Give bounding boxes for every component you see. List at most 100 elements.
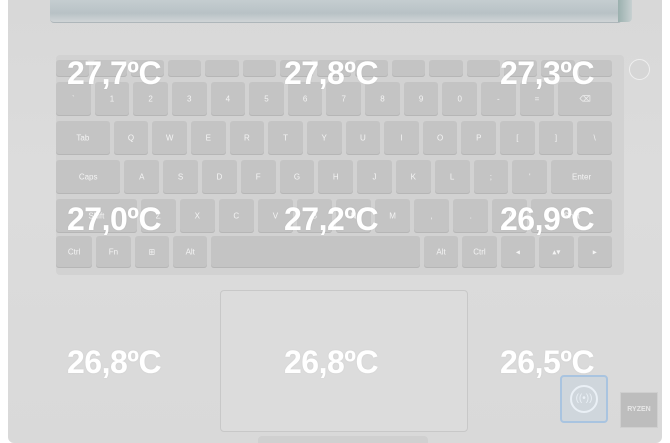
keyboard-key bbox=[211, 236, 420, 268]
keyboard-key: T bbox=[268, 121, 303, 155]
key-label: , bbox=[430, 211, 433, 221]
key-label: P bbox=[476, 133, 482, 143]
temperature-middle-right: 26,9ºC bbox=[500, 201, 595, 237]
keyboard-key: M bbox=[375, 199, 411, 233]
keyboard-key: S bbox=[163, 160, 198, 194]
function-key bbox=[205, 60, 239, 77]
function-key bbox=[429, 60, 463, 77]
key-label: T bbox=[283, 133, 288, 143]
keyboard-key: Alt bbox=[173, 236, 208, 268]
key-label: D bbox=[216, 172, 223, 182]
function-key bbox=[168, 60, 202, 77]
keyboard-key: W bbox=[152, 121, 187, 155]
keyboard-key: ⊞ bbox=[134, 236, 170, 268]
keyboard-key: 0 bbox=[442, 82, 478, 116]
key-label: A bbox=[139, 172, 145, 182]
key-label: E bbox=[205, 133, 211, 143]
key-label: Q bbox=[127, 133, 135, 143]
keyboard-key: O bbox=[422, 121, 458, 155]
keyboard-key: U bbox=[345, 121, 381, 155]
keyboard-key: ; bbox=[473, 160, 509, 194]
keyboard-key: Enter bbox=[551, 160, 612, 194]
key-label: 5 bbox=[264, 94, 269, 104]
key-label: Ctrl bbox=[473, 247, 486, 257]
key-label: I bbox=[400, 133, 403, 143]
keyboard-key: ▸ bbox=[577, 236, 612, 268]
key-label: [ bbox=[516, 133, 519, 143]
key-label: Fn bbox=[108, 247, 119, 257]
key-label: ▴▾ bbox=[552, 247, 561, 257]
temperature-bottom-center: 26,8ºC bbox=[284, 344, 379, 380]
keyboard-key: 5 bbox=[249, 82, 284, 116]
key-label: ⊞ bbox=[148, 247, 156, 257]
key-label: 4 bbox=[225, 94, 231, 104]
key-label: 9 bbox=[418, 94, 424, 104]
key-label: W bbox=[165, 133, 174, 143]
power-button bbox=[629, 59, 650, 80]
keyboard-key: Ctrl bbox=[462, 236, 497, 268]
key-label: H bbox=[332, 172, 339, 182]
key-label: R bbox=[244, 133, 250, 143]
temperature-middle-center: 27,2ºC bbox=[284, 201, 379, 237]
key-label: G bbox=[293, 172, 301, 182]
key-label: M bbox=[389, 211, 396, 221]
key-label: ` bbox=[71, 94, 75, 104]
lid-notch bbox=[258, 436, 428, 443]
display-hinge bbox=[50, 0, 632, 23]
keyboard-key: P bbox=[461, 121, 497, 155]
keyboard-key: , bbox=[414, 199, 450, 233]
key-label: S bbox=[177, 172, 184, 182]
nfc-sticker: ((•)) bbox=[560, 375, 608, 423]
temperature-bottom-left: 26,8ºC bbox=[67, 344, 162, 380]
function-key bbox=[466, 60, 500, 77]
keyboard-key: [ bbox=[500, 121, 535, 155]
nfc-icon: ((•)) bbox=[570, 385, 598, 413]
key-label: F bbox=[255, 172, 261, 182]
key-label: - bbox=[496, 94, 500, 104]
key-label: Alt bbox=[185, 247, 195, 257]
key-label: \ bbox=[593, 133, 596, 143]
function-key bbox=[392, 60, 426, 77]
key-label: L bbox=[449, 172, 455, 182]
key-label: Y bbox=[321, 133, 327, 143]
key-label: K bbox=[410, 172, 416, 182]
keyboard-key: A bbox=[124, 160, 160, 194]
key-label: X bbox=[194, 211, 200, 221]
keyboard-key: Ctrl bbox=[56, 236, 93, 268]
keyboard-key: E bbox=[190, 121, 226, 155]
key-label: 0 bbox=[457, 94, 462, 104]
temperature-top-left: 27,7ºC bbox=[67, 55, 162, 91]
keyboard-key: ] bbox=[538, 121, 574, 155]
key-label: Alt bbox=[436, 247, 446, 257]
key-label: Tab bbox=[76, 133, 90, 143]
keyboard-key: Fn bbox=[96, 236, 131, 268]
key-label: 1 bbox=[109, 94, 115, 104]
key-label: O bbox=[436, 133, 444, 143]
keyboard-key: I bbox=[384, 121, 419, 155]
key-label: ⌫ bbox=[579, 94, 591, 104]
keyboard-key: H bbox=[318, 160, 354, 194]
keyboard-key: C bbox=[218, 199, 254, 233]
key-label: Enter bbox=[571, 172, 592, 182]
key-label: J bbox=[372, 172, 377, 182]
key-label: 2 bbox=[148, 94, 153, 104]
ryzen-badge: RYZEN bbox=[620, 392, 658, 428]
key-label: ' bbox=[528, 172, 531, 182]
temperature-bottom-right: 26,5ºC bbox=[500, 344, 595, 380]
keyboard-key: . bbox=[453, 199, 489, 233]
keyboard-key: ' bbox=[512, 160, 548, 194]
key-label: 3 bbox=[186, 94, 192, 104]
keyboard-key: R bbox=[229, 121, 265, 155]
keyboard-key: Alt bbox=[423, 236, 459, 268]
keyboard-key: G bbox=[279, 160, 315, 194]
function-key bbox=[242, 60, 276, 77]
keyboard-key: 3 bbox=[171, 82, 207, 116]
temperature-middle-left: 27,0ºC bbox=[67, 201, 162, 237]
keyboard-key: \ bbox=[577, 121, 612, 155]
keyboard-key: K bbox=[395, 160, 431, 194]
keyboard-key: 9 bbox=[403, 82, 439, 116]
keyboard-key: F bbox=[240, 160, 276, 194]
keyboard-key: L bbox=[434, 160, 470, 194]
keyboard-key: Q bbox=[113, 121, 149, 155]
key-label: ◂ bbox=[515, 247, 520, 257]
